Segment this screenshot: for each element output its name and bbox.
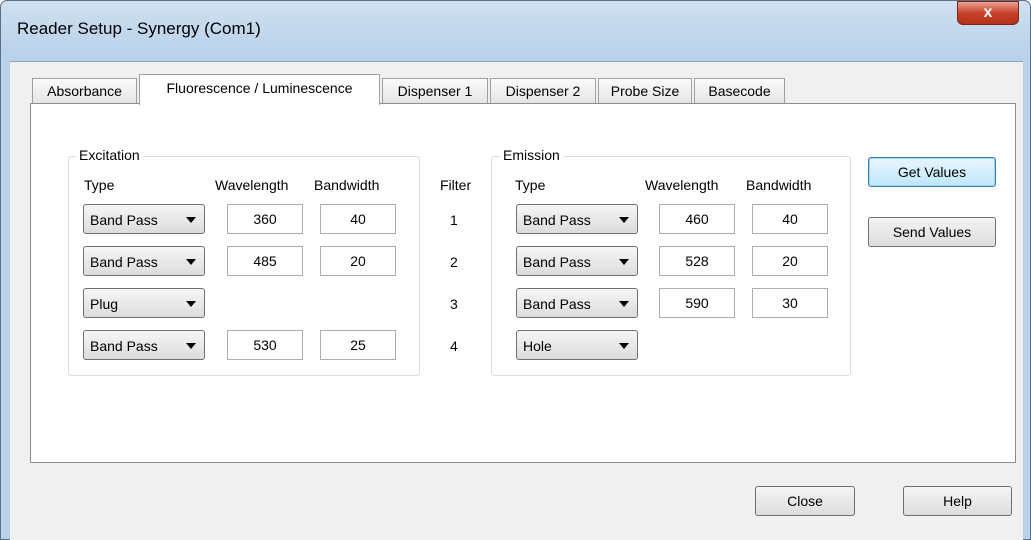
tab-dispenser-2[interactable]: Dispenser 2 xyxy=(490,78,596,104)
excitation-type-select-3[interactable]: Plug xyxy=(83,288,205,318)
filter-number-4: 4 xyxy=(450,338,458,354)
excitation-bandwidth-input-4[interactable] xyxy=(320,330,396,360)
tab-fluorescence-luminescence[interactable]: Fluorescence / Luminescence xyxy=(139,74,380,105)
close-icon[interactable]: x xyxy=(957,1,1019,25)
get-values-button[interactable]: Get Values xyxy=(868,157,996,187)
emission-wavelength-input-1[interactable] xyxy=(659,204,735,234)
excitation-bandwidth-input-2[interactable] xyxy=(320,246,396,276)
emission-type-value-4: Hole xyxy=(523,338,552,354)
emission-type-value-3: Band Pass xyxy=(523,296,591,312)
emission-bandwidth-input-1[interactable] xyxy=(752,204,828,234)
excitation-type-select-1[interactable]: Band Pass xyxy=(83,204,205,234)
chevron-down-icon xyxy=(186,259,196,265)
emission-bandwidth-input-3[interactable] xyxy=(752,288,828,318)
excitation-wavelength-input-4[interactable] xyxy=(227,330,303,360)
help-button[interactable]: Help xyxy=(903,486,1012,516)
tab-page-fluorescence: Excitation Type Wavelength Bandwidth Ban… xyxy=(30,103,1016,463)
filter-number-1: 1 xyxy=(450,212,458,228)
filter-header: Filter xyxy=(440,177,472,193)
excitation-legend: Excitation xyxy=(76,147,143,163)
send-values-button[interactable]: Send Values xyxy=(868,217,996,247)
emission-type-select-3[interactable]: Band Pass xyxy=(516,288,638,318)
emission-legend: Emission xyxy=(500,147,563,163)
excitation-type-value-2: Band Pass xyxy=(90,254,158,270)
excitation-type-select-4[interactable]: Band Pass xyxy=(83,330,205,360)
emission-type-header: Type xyxy=(515,177,546,193)
excitation-type-value-1: Band Pass xyxy=(90,212,158,228)
excitation-wavelength-input-2[interactable] xyxy=(227,246,303,276)
emission-type-select-1[interactable]: Band Pass xyxy=(516,204,638,234)
excitation-type-value-3: Plug xyxy=(90,296,119,312)
chevron-down-icon xyxy=(619,301,629,307)
excitation-type-select-2[interactable]: Band Pass xyxy=(83,246,205,276)
excitation-wavelength-header: Wavelength xyxy=(215,177,289,193)
tab-dispenser-1[interactable]: Dispenser 1 xyxy=(382,78,488,104)
title-bar[interactable]: Reader Setup - Synergy (Com1) x xyxy=(1,1,1030,61)
reader-setup-window: Reader Setup - Synergy (Com1) x Absorban… xyxy=(0,0,1031,540)
emission-wavelength-header: Wavelength xyxy=(645,177,719,193)
emission-type-value-2: Band Pass xyxy=(523,254,591,270)
excitation-bandwidth-input-1[interactable] xyxy=(320,204,396,234)
emission-type-select-2[interactable]: Band Pass xyxy=(516,246,638,276)
emission-bandwidth-header: Bandwidth xyxy=(746,177,812,193)
emission-wavelength-input-3[interactable] xyxy=(659,288,735,318)
close-button[interactable]: Close xyxy=(755,486,855,516)
window-title: Reader Setup - Synergy (Com1) xyxy=(17,19,261,38)
excitation-type-header: Type xyxy=(84,177,115,193)
emission-type-select-4[interactable]: Hole xyxy=(516,330,638,360)
emission-wavelength-input-2[interactable] xyxy=(659,246,735,276)
chevron-down-icon xyxy=(186,301,196,307)
tab-probe-size[interactable]: Probe Size xyxy=(598,78,692,104)
filter-number-2: 2 xyxy=(450,254,458,270)
chevron-down-icon xyxy=(619,217,629,223)
chevron-down-icon xyxy=(619,343,629,349)
emission-bandwidth-input-2[interactable] xyxy=(752,246,828,276)
excitation-bandwidth-header: Bandwidth xyxy=(314,177,380,193)
chevron-down-icon xyxy=(186,343,196,349)
dialog-body: Absorbance Fluorescence / Luminescence D… xyxy=(10,61,1023,540)
emission-type-value-1: Band Pass xyxy=(523,212,591,228)
chevron-down-icon xyxy=(619,259,629,265)
tab-absorbance[interactable]: Absorbance xyxy=(32,78,137,104)
chevron-down-icon xyxy=(186,217,196,223)
filter-number-3: 3 xyxy=(450,296,458,312)
excitation-wavelength-input-1[interactable] xyxy=(227,204,303,234)
tab-basecode[interactable]: Basecode xyxy=(694,78,785,104)
excitation-type-value-4: Band Pass xyxy=(90,338,158,354)
